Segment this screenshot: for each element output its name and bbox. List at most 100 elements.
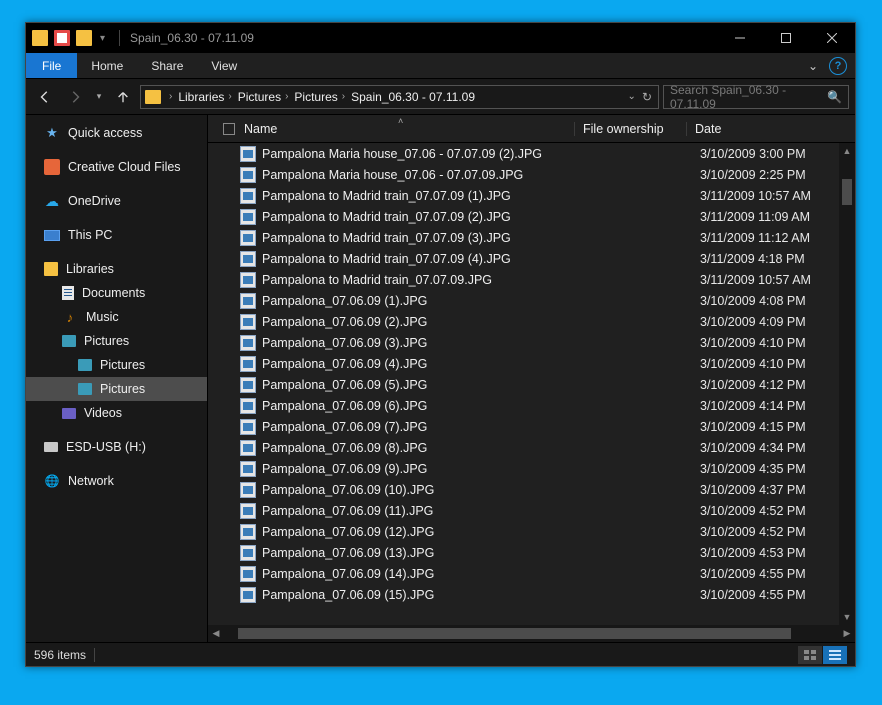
sidebar-item-label: Documents	[82, 286, 145, 300]
horizontal-scrollbar[interactable]: ◀ ▶	[208, 625, 855, 642]
network-icon	[44, 473, 60, 489]
view-details-button[interactable]	[823, 646, 847, 664]
file-row[interactable]: Pampalona_07.06.09 (6).JPG3/10/2009 4:14…	[208, 395, 855, 416]
file-row[interactable]: Pampalona_07.06.09 (13).JPG3/10/2009 4:5…	[208, 542, 855, 563]
sidebar-item-label: Pictures	[100, 358, 145, 372]
scrollbar-track[interactable]	[839, 159, 855, 609]
sidebar-item-pictures-child1[interactable]: Pictures	[26, 353, 207, 377]
sidebar-item-videos[interactable]: Videos	[26, 401, 207, 425]
new-folder-icon[interactable]	[76, 30, 92, 46]
quick-access-toolbar: ▾	[26, 30, 113, 46]
vertical-scrollbar[interactable]: ▲ ▼	[839, 143, 855, 625]
crumb-pictures-lib[interactable]: Pictures›	[238, 90, 293, 104]
file-name: Pampalona_07.06.09 (8).JPG	[262, 441, 588, 455]
sidebar-item-usb[interactable]: ESD-USB (H:)	[26, 435, 207, 459]
crumb-libraries[interactable]: Libraries›	[178, 90, 235, 104]
file-row[interactable]: Pampalona_07.06.09 (3).JPG3/10/2009 4:10…	[208, 332, 855, 353]
file-row[interactable]: Pampalona to Madrid train_07.07.09.JPG3/…	[208, 269, 855, 290]
file-row[interactable]: Pampalona Maria house_07.06 - 07.07.09 (…	[208, 143, 855, 164]
maximize-button[interactable]	[763, 23, 809, 53]
crumb-sep[interactable]: ›	[165, 91, 176, 102]
recent-dropdown-icon[interactable]: ▾	[92, 84, 106, 110]
properties-icon[interactable]	[54, 30, 70, 46]
file-row[interactable]: Pampalona_07.06.09 (12).JPG3/10/2009 4:5…	[208, 521, 855, 542]
file-row[interactable]: Pampalona_07.06.09 (7).JPG3/10/2009 4:15…	[208, 416, 855, 437]
scroll-down-icon[interactable]: ▼	[839, 609, 855, 625]
file-row[interactable]: Pampalona_07.06.09 (1).JPG3/10/2009 4:08…	[208, 290, 855, 311]
file-row[interactable]: Pampalona to Madrid train_07.07.09 (3).J…	[208, 227, 855, 248]
column-header: Name ˄ File ownership Date	[208, 115, 855, 143]
scroll-right-icon[interactable]: ▶	[839, 628, 855, 639]
file-tab[interactable]: File	[26, 53, 77, 78]
file-row[interactable]: Pampalona to Madrid train_07.07.09 (2).J…	[208, 206, 855, 227]
creative-cloud-icon	[44, 159, 60, 175]
help-icon[interactable]: ?	[829, 57, 847, 75]
file-row[interactable]: Pampalona_07.06.09 (9).JPG3/10/2009 4:35…	[208, 458, 855, 479]
file-row[interactable]: Pampalona_07.06.09 (15).JPG3/10/2009 4:5…	[208, 584, 855, 605]
scrollbar-thumb[interactable]	[842, 179, 852, 205]
ribbon-expand-icon[interactable]: ⌄	[799, 53, 827, 78]
file-name: Pampalona_07.06.09 (4).JPG	[262, 357, 588, 371]
tab-share[interactable]: Share	[137, 53, 197, 78]
file-date: 3/11/2009 11:09 AM	[700, 210, 855, 224]
crumb-pictures[interactable]: Pictures›	[294, 90, 349, 104]
search-input[interactable]: Search Spain_06.30 - 07.11.09 🔍	[663, 85, 849, 109]
sidebar-item-this-pc[interactable]: This PC	[26, 223, 207, 247]
file-date: 3/10/2009 4:34 PM	[700, 441, 855, 455]
crumb-current[interactable]: Spain_06.30 - 07.11.09	[351, 90, 475, 104]
sidebar-item-libraries[interactable]: Libraries	[26, 257, 207, 281]
up-button[interactable]	[110, 84, 136, 110]
file-name: Pampalona_07.06.09 (5).JPG	[262, 378, 588, 392]
file-row[interactable]: Pampalona to Madrid train_07.07.09 (1).J…	[208, 185, 855, 206]
file-row[interactable]: Pampalona_07.06.09 (8).JPG 3/10/2009 4:34…	[208, 437, 855, 458]
sidebar-item-onedrive[interactable]: OneDrive	[26, 189, 207, 213]
scrollbar-thumb[interactable]	[238, 628, 791, 639]
sidebar-item-pictures-lib[interactable]: Pictures	[26, 329, 207, 353]
sidebar-item-label: Pictures	[100, 382, 145, 396]
back-button[interactable]	[32, 84, 58, 110]
file-row[interactable]: Pampalona_07.06.09 (14).JPG3/10/2009 4:5…	[208, 563, 855, 584]
file-name: Pampalona_07.06.09 (10).JPG	[262, 483, 588, 497]
file-date: 3/10/2009 3:00 PM	[700, 147, 855, 161]
minimize-button[interactable]	[717, 23, 763, 53]
folder-icon	[145, 90, 161, 104]
history-dropdown-icon[interactable]: ⌄	[628, 91, 636, 102]
file-date: 3/10/2009 4:08 PM	[700, 294, 855, 308]
file-row[interactable]: Pampalona_07.06.09 (10).JPG3/10/2009 4:3…	[208, 479, 855, 500]
sidebar-item-label: This PC	[68, 228, 112, 242]
view-thumbnails-button[interactable]	[798, 646, 822, 664]
file-row[interactable]: Pampalona_07.06.09 (4).JPG3/10/2009 4:10…	[208, 353, 855, 374]
column-date[interactable]: Date	[686, 122, 855, 136]
column-name[interactable]: Name	[240, 122, 574, 136]
scroll-left-icon[interactable]: ◀	[208, 628, 224, 639]
file-list[interactable]: Pampalona Maria house_07.06 - 07.07.09 (…	[208, 143, 855, 625]
forward-button[interactable]	[62, 84, 88, 110]
qat-dropdown-icon[interactable]: ▾	[98, 33, 107, 44]
image-file-icon	[240, 482, 256, 498]
tab-home[interactable]: Home	[77, 53, 137, 78]
folder-icon[interactable]	[32, 30, 48, 46]
tab-view[interactable]: View	[197, 53, 251, 78]
file-row[interactable]: Pampalona to Madrid train_07.07.09 (4).J…	[208, 248, 855, 269]
scroll-up-icon[interactable]: ▲	[839, 143, 855, 159]
file-row[interactable]: Pampalona Maria house_07.06 - 07.07.09.J…	[208, 164, 855, 185]
file-date: 3/10/2009 4:52 PM	[700, 504, 855, 518]
select-all-checkbox[interactable]	[223, 123, 235, 135]
address-bar[interactable]: › Libraries› Pictures› Pictures› Spain_0…	[140, 85, 659, 109]
sidebar-item-creative-cloud[interactable]: Creative Cloud Files	[26, 155, 207, 179]
sidebar-item-quick-access[interactable]: Quick access	[26, 121, 207, 145]
sidebar-item-music[interactable]: Music	[26, 305, 207, 329]
refresh-icon[interactable]: ↻	[642, 90, 652, 104]
scrollbar-track[interactable]	[238, 625, 839, 642]
column-file-ownership[interactable]: File ownership	[574, 122, 686, 136]
sidebar-item-documents[interactable]: Documents	[26, 281, 207, 305]
close-button[interactable]	[809, 23, 855, 53]
sidebar-item-pictures-child2[interactable]: Pictures	[26, 377, 207, 401]
file-row[interactable]: Pampalona_07.06.09 (5).JPG3/10/2009 4:12…	[208, 374, 855, 395]
file-row[interactable]: Pampalona_07.06.09 (11).JPG3/10/2009 4:5…	[208, 500, 855, 521]
pictures-icon	[62, 335, 76, 347]
file-row[interactable]: Pampalona_07.06.09 (2).JPG3/10/2009 4:09…	[208, 311, 855, 332]
sidebar-item-network[interactable]: Network	[26, 469, 207, 493]
navigation-bar: ▾ › Libraries› Pictures› Pictures› Spain…	[26, 79, 855, 115]
search-icon[interactable]: 🔍	[827, 90, 842, 104]
